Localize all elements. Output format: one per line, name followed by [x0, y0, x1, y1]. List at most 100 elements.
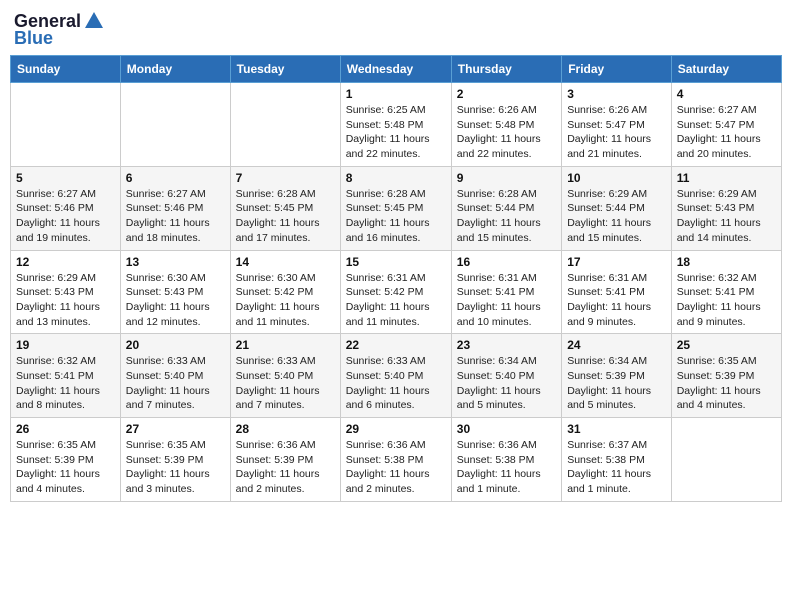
- day-info: Sunrise: 6:26 AMSunset: 5:47 PMDaylight:…: [567, 103, 666, 162]
- day-info: Sunrise: 6:28 AMSunset: 5:45 PMDaylight:…: [236, 187, 335, 246]
- header-monday: Monday: [120, 56, 230, 83]
- week-row-3: 12 Sunrise: 6:29 AMSunset: 5:43 PMDayligh…: [11, 250, 782, 334]
- page-header: General Blue: [10, 10, 782, 49]
- day-info: Sunrise: 6:25 AMSunset: 5:48 PMDaylight:…: [346, 103, 446, 162]
- day-info: Sunrise: 6:28 AMSunset: 5:44 PMDaylight:…: [457, 187, 556, 246]
- day-info: Sunrise: 6:32 AMSunset: 5:41 PMDaylight:…: [16, 354, 115, 413]
- day-number: 30: [457, 422, 556, 436]
- day-info: Sunrise: 6:37 AMSunset: 5:38 PMDaylight:…: [567, 438, 666, 497]
- day-number: 21: [236, 338, 335, 352]
- day-info: Sunrise: 6:31 AMSunset: 5:42 PMDaylight:…: [346, 271, 446, 330]
- day-info: Sunrise: 6:35 AMSunset: 5:39 PMDaylight:…: [16, 438, 115, 497]
- week-row-4: 19 Sunrise: 6:32 AMSunset: 5:41 PMDayligh…: [11, 334, 782, 418]
- day-number: 26: [16, 422, 115, 436]
- day-number: 4: [677, 87, 776, 101]
- header-friday: Friday: [562, 56, 672, 83]
- week-row-2: 5 Sunrise: 6:27 AMSunset: 5:46 PMDaylight…: [11, 166, 782, 250]
- day-number: 3: [567, 87, 666, 101]
- day-number: 18: [677, 255, 776, 269]
- day-cell: 28Sunrise: 6:36 AMSunset: 5:39 PMDayligh…: [230, 418, 340, 502]
- day-cell: 9Sunrise: 6:28 AMSunset: 5:44 PMDaylight…: [451, 166, 561, 250]
- day-info: Sunrise: 6:36 AMSunset: 5:38 PMDaylight:…: [457, 438, 556, 497]
- day-cell: 17Sunrise: 6:31 AMSunset: 5:41 PMDayligh…: [562, 250, 672, 334]
- day-cell: 30 Sunrise: 6:36 AMSunset: 5:38 PMDayligh…: [451, 418, 561, 502]
- day-info: Sunrise: 6:27 AMSunset: 5:47 PMDaylight:…: [677, 103, 776, 162]
- day-cell: [671, 418, 781, 502]
- day-info: Sunrise: 6:34 AMSunset: 5:39 PMDaylight:…: [567, 354, 666, 413]
- header-tuesday: Tuesday: [230, 56, 340, 83]
- logo: General Blue: [14, 10, 105, 49]
- day-info: Sunrise: 6:34 AMSunset: 5:40 PMDaylight:…: [457, 354, 556, 413]
- day-cell: 4 Sunrise: 6:27 AMSunset: 5:47 PMDaylight…: [671, 83, 781, 167]
- day-number: 8: [346, 171, 446, 185]
- day-cell: 8 Sunrise: 6:28 AMSunset: 5:45 PMDaylight…: [340, 166, 451, 250]
- day-number: 25: [677, 338, 776, 352]
- header-saturday: Saturday: [671, 56, 781, 83]
- day-cell: 25 Sunrise: 6:35 AMSunset: 5:39 PMDayligh…: [671, 334, 781, 418]
- day-cell: 24 Sunrise: 6:34 AMSunset: 5:39 PMDayligh…: [562, 334, 672, 418]
- day-number: 14: [236, 255, 335, 269]
- day-number: 6: [126, 171, 225, 185]
- day-number: 22: [346, 338, 446, 352]
- day-cell: 21 Sunrise: 6:33 AMSunset: 5:40 PMDayligh…: [230, 334, 340, 418]
- day-info: Sunrise: 6:35 AMSunset: 5:39 PMDaylight:…: [126, 438, 225, 497]
- day-cell: 22Sunrise: 6:33 AMSunset: 5:40 PMDayligh…: [340, 334, 451, 418]
- header-row: SundayMondayTuesdayWednesdayThursdayFrid…: [11, 56, 782, 83]
- day-cell: 19 Sunrise: 6:32 AMSunset: 5:41 PMDayligh…: [11, 334, 121, 418]
- day-cell: 26 Sunrise: 6:35 AMSunset: 5:39 PMDayligh…: [11, 418, 121, 502]
- day-cell: [11, 83, 121, 167]
- day-info: Sunrise: 6:29 AMSunset: 5:44 PMDaylight:…: [567, 187, 666, 246]
- day-info: Sunrise: 6:31 AMSunset: 5:41 PMDaylight:…: [457, 271, 556, 330]
- day-cell: 3 Sunrise: 6:26 AMSunset: 5:47 PMDaylight…: [562, 83, 672, 167]
- day-cell: 7 Sunrise: 6:28 AMSunset: 5:45 PMDaylight…: [230, 166, 340, 250]
- day-number: 5: [16, 171, 115, 185]
- day-cell: 16 Sunrise: 6:31 AMSunset: 5:41 PMDayligh…: [451, 250, 561, 334]
- day-info: Sunrise: 6:29 AMSunset: 5:43 PMDaylight:…: [16, 271, 115, 330]
- day-info: Sunrise: 6:29 AMSunset: 5:43 PMDaylight:…: [677, 187, 776, 246]
- day-info: Sunrise: 6:32 AMSunset: 5:41 PMDaylight:…: [677, 271, 776, 330]
- day-number: 1: [346, 87, 446, 101]
- day-info: Sunrise: 6:28 AMSunset: 5:45 PMDaylight:…: [346, 187, 446, 246]
- day-number: 12: [16, 255, 115, 269]
- day-info: Sunrise: 6:31 AMSunset: 5:41 PMDaylight:…: [567, 271, 666, 330]
- header-wednesday: Wednesday: [340, 56, 451, 83]
- day-number: 11: [677, 171, 776, 185]
- day-cell: 23 Sunrise: 6:34 AMSunset: 5:40 PMDayligh…: [451, 334, 561, 418]
- day-info: Sunrise: 6:33 AMSunset: 5:40 PMDaylight:…: [126, 354, 225, 413]
- day-info: Sunrise: 6:27 AMSunset: 5:46 PMDaylight:…: [16, 187, 115, 246]
- day-info: Sunrise: 6:35 AMSunset: 5:39 PMDaylight:…: [677, 354, 776, 413]
- day-cell: 18 Sunrise: 6:32 AMSunset: 5:41 PMDayligh…: [671, 250, 781, 334]
- day-cell: 27Sunrise: 6:35 AMSunset: 5:39 PMDayligh…: [120, 418, 230, 502]
- day-info: Sunrise: 6:26 AMSunset: 5:48 PMDaylight:…: [457, 103, 556, 162]
- day-cell: 20 Sunrise: 6:33 AMSunset: 5:40 PMDayligh…: [120, 334, 230, 418]
- day-number: 10: [567, 171, 666, 185]
- day-number: 2: [457, 87, 556, 101]
- day-info: Sunrise: 6:30 AMSunset: 5:43 PMDaylight:…: [126, 271, 225, 330]
- day-number: 16: [457, 255, 556, 269]
- day-cell: 10 Sunrise: 6:29 AMSunset: 5:44 PMDayligh…: [562, 166, 672, 250]
- day-cell: 31Sunrise: 6:37 AMSunset: 5:38 PMDayligh…: [562, 418, 672, 502]
- header-thursday: Thursday: [451, 56, 561, 83]
- day-number: 24: [567, 338, 666, 352]
- day-info: Sunrise: 6:30 AMSunset: 5:42 PMDaylight:…: [236, 271, 335, 330]
- week-row-1: 1 Sunrise: 6:25 AMSunset: 5:48 PMDaylight…: [11, 83, 782, 167]
- day-cell: [230, 83, 340, 167]
- day-cell: 6Sunrise: 6:27 AMSunset: 5:46 PMDaylight…: [120, 166, 230, 250]
- logo-blue: Blue: [14, 28, 53, 49]
- day-number: 20: [126, 338, 225, 352]
- day-info: Sunrise: 6:36 AMSunset: 5:39 PMDaylight:…: [236, 438, 335, 497]
- day-number: 19: [16, 338, 115, 352]
- day-info: Sunrise: 6:36 AMSunset: 5:38 PMDaylight:…: [346, 438, 446, 497]
- day-cell: 12 Sunrise: 6:29 AMSunset: 5:43 PMDayligh…: [11, 250, 121, 334]
- day-number: 29: [346, 422, 446, 436]
- day-cell: 15Sunrise: 6:31 AMSunset: 5:42 PMDayligh…: [340, 250, 451, 334]
- day-number: 23: [457, 338, 556, 352]
- calendar-table: SundayMondayTuesdayWednesdayThursdayFrid…: [10, 55, 782, 502]
- logo-icon: [83, 10, 105, 32]
- day-cell: 11 Sunrise: 6:29 AMSunset: 5:43 PMDayligh…: [671, 166, 781, 250]
- day-info: Sunrise: 6:33 AMSunset: 5:40 PMDaylight:…: [236, 354, 335, 413]
- week-row-5: 26 Sunrise: 6:35 AMSunset: 5:39 PMDayligh…: [11, 418, 782, 502]
- day-cell: 2 Sunrise: 6:26 AMSunset: 5:48 PMDaylight…: [451, 83, 561, 167]
- day-number: 7: [236, 171, 335, 185]
- day-cell: 5 Sunrise: 6:27 AMSunset: 5:46 PMDaylight…: [11, 166, 121, 250]
